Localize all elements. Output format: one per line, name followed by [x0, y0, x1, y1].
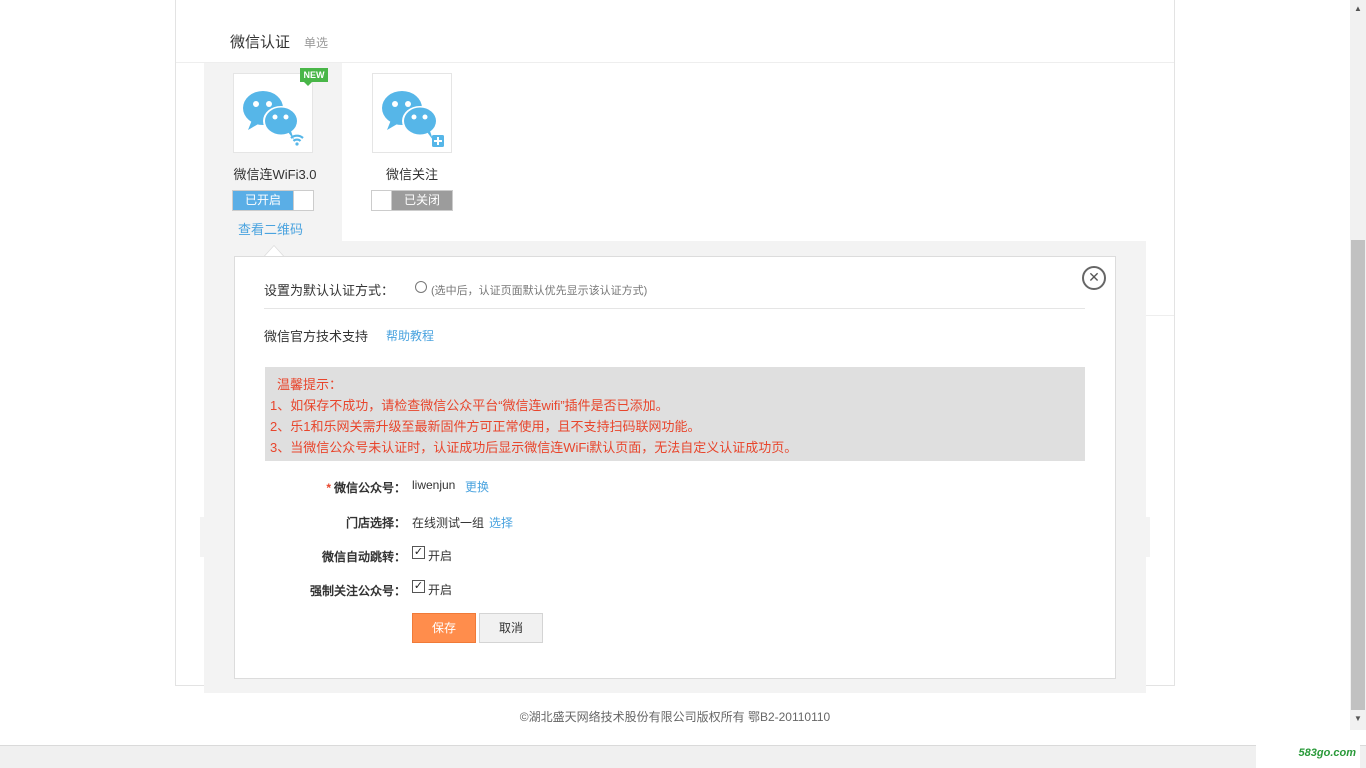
view-qr-code-link[interactable]: 查看二维码 [238, 219, 303, 238]
toggle-knob [293, 191, 313, 210]
toggle-on-label: 已开启 [233, 191, 293, 210]
panel-divider [264, 308, 1085, 309]
store-label: 门店选择： [345, 516, 406, 530]
default-auth-hint: (选中后，认证页面默认优先显示该认证方式) [431, 285, 648, 297]
force-follow-checkbox[interactable]: ✓ [412, 580, 425, 593]
card-name-wechat-wifi: 微信连WiFi3.0 [233, 167, 317, 182]
default-auth-label: 设置为默认认证方式： [264, 283, 395, 298]
wechat-follow-icon [382, 91, 444, 147]
section-subtitle: 单选 [304, 36, 329, 50]
tips-box: 温馨提示： 1、如保存不成功，请检查微信公众平台“微信连wifi”插件是否已添加… [265, 367, 1085, 461]
auto-jump-checkbox[interactable]: ✓ [412, 546, 425, 559]
new-badge: NEW [300, 68, 328, 86]
panel-pointer-arrow [264, 245, 284, 256]
scrollbar-thumb[interactable] [1351, 240, 1365, 710]
watermark: 583go.com [1256, 745, 1360, 768]
auto-jump-value: 开启 [428, 549, 453, 563]
help-tutorial-link[interactable]: 帮助教程 [386, 327, 434, 344]
default-auth-radio[interactable] [415, 281, 427, 293]
settings-panel [234, 256, 1116, 679]
toggle-knob [372, 191, 392, 210]
store-value: 在线测试一组 [412, 516, 485, 530]
tips-line: 1、如保存不成功，请检查微信公众平台“微信连wifi”插件是否已添加。 [270, 398, 669, 413]
account-label-text: 微信公众号： [333, 481, 406, 495]
auto-jump-label: 微信自动跳转： [321, 550, 406, 564]
wechat-follow-card[interactable] [372, 73, 452, 153]
tips-line: 3、当微信公众号未认证时，认证成功后显示微信连WiFi默认页面，无法自定义认证成… [270, 440, 798, 455]
section-title: 微信认证 [230, 34, 291, 51]
change-account-link[interactable]: 更换 [465, 478, 489, 495]
wechat-wifi-toggle[interactable]: 已开启 [232, 190, 314, 211]
vertical-scrollbar[interactable]: ▲ ▼ [1350, 0, 1366, 730]
scroll-up-icon[interactable]: ▲ [1350, 4, 1366, 16]
required-mark: * [326, 481, 331, 495]
account-value: liwenjun [412, 478, 456, 492]
account-label: * 微信公众号： [286, 479, 406, 496]
close-icon[interactable]: ✕ [1082, 266, 1106, 290]
tips-line: 2、乐1和乐网关需升级至最新固件方可正常使用，且不支持扫码联网功能。 [270, 419, 701, 434]
panel-edge-left [200, 517, 204, 557]
save-button[interactable]: 保存 [412, 613, 476, 643]
wechat-follow-toggle[interactable]: 已关闭 [371, 190, 453, 211]
force-follow-label: 强制关注公众号： [309, 584, 406, 598]
select-store-link[interactable]: 选择 [489, 514, 513, 531]
cancel-button[interactable]: 取消 [479, 613, 543, 643]
tips-title: 温馨提示： [277, 377, 343, 392]
scroll-down-icon[interactable]: ▼ [1350, 714, 1366, 726]
toggle-off-label: 已关闭 [392, 191, 452, 210]
support-label: 微信官方技术支持 [264, 329, 369, 344]
force-follow-value: 开启 [428, 583, 453, 597]
footer-copyright: ©湖北盛天网络技术股份有限公司版权所有 鄂B2-20110110 [519, 710, 831, 724]
panel-edge-right [1146, 517, 1150, 557]
wechat-wifi-card[interactable] [233, 73, 313, 153]
wechat-wifi-icon [243, 91, 304, 146]
card-name-wechat-follow: 微信关注 [385, 167, 438, 182]
bottom-bar [0, 745, 1366, 768]
